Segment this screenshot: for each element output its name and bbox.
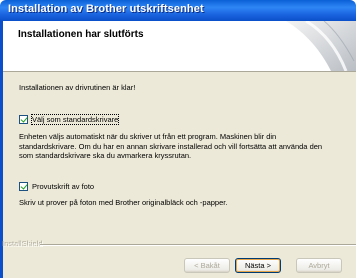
default-printer-label[interactable]: Välj som standardskrivare bbox=[30, 114, 120, 125]
dialog-header: Installationen har slutförts bbox=[3, 21, 356, 72]
photo-test-label[interactable]: Provutskrift av foto bbox=[32, 182, 94, 191]
installshield-brand: InstallShield bbox=[3, 240, 44, 249]
installer-window: Installation av Brother utskriftsenhet I… bbox=[0, 0, 356, 278]
window-title: Installation av Brother utskriftsenhet bbox=[8, 3, 204, 15]
footer-divider bbox=[40, 244, 356, 246]
title-bar[interactable]: Installation av Brother utskriftsenhet bbox=[0, 0, 356, 21]
decorative-swoosh-icon bbox=[286, 21, 356, 71]
photo-test-description: Skriv ut prover på foton med Brother ori… bbox=[19, 198, 228, 207]
photo-test-checkbox[interactable] bbox=[19, 182, 28, 191]
back-button[interactable]: < Bakåt bbox=[184, 258, 230, 273]
page-title: Installationen har slutförts bbox=[18, 29, 144, 40]
default-printer-checkbox[interactable] bbox=[19, 115, 28, 124]
intro-text: Installationen av drivrutinen är klar! bbox=[19, 83, 136, 92]
cancel-button[interactable]: Avbryt bbox=[296, 258, 342, 273]
next-button[interactable]: Nästa > bbox=[235, 258, 281, 273]
default-printer-description: Enheten väljs automatiskt när du skriver… bbox=[19, 132, 323, 160]
